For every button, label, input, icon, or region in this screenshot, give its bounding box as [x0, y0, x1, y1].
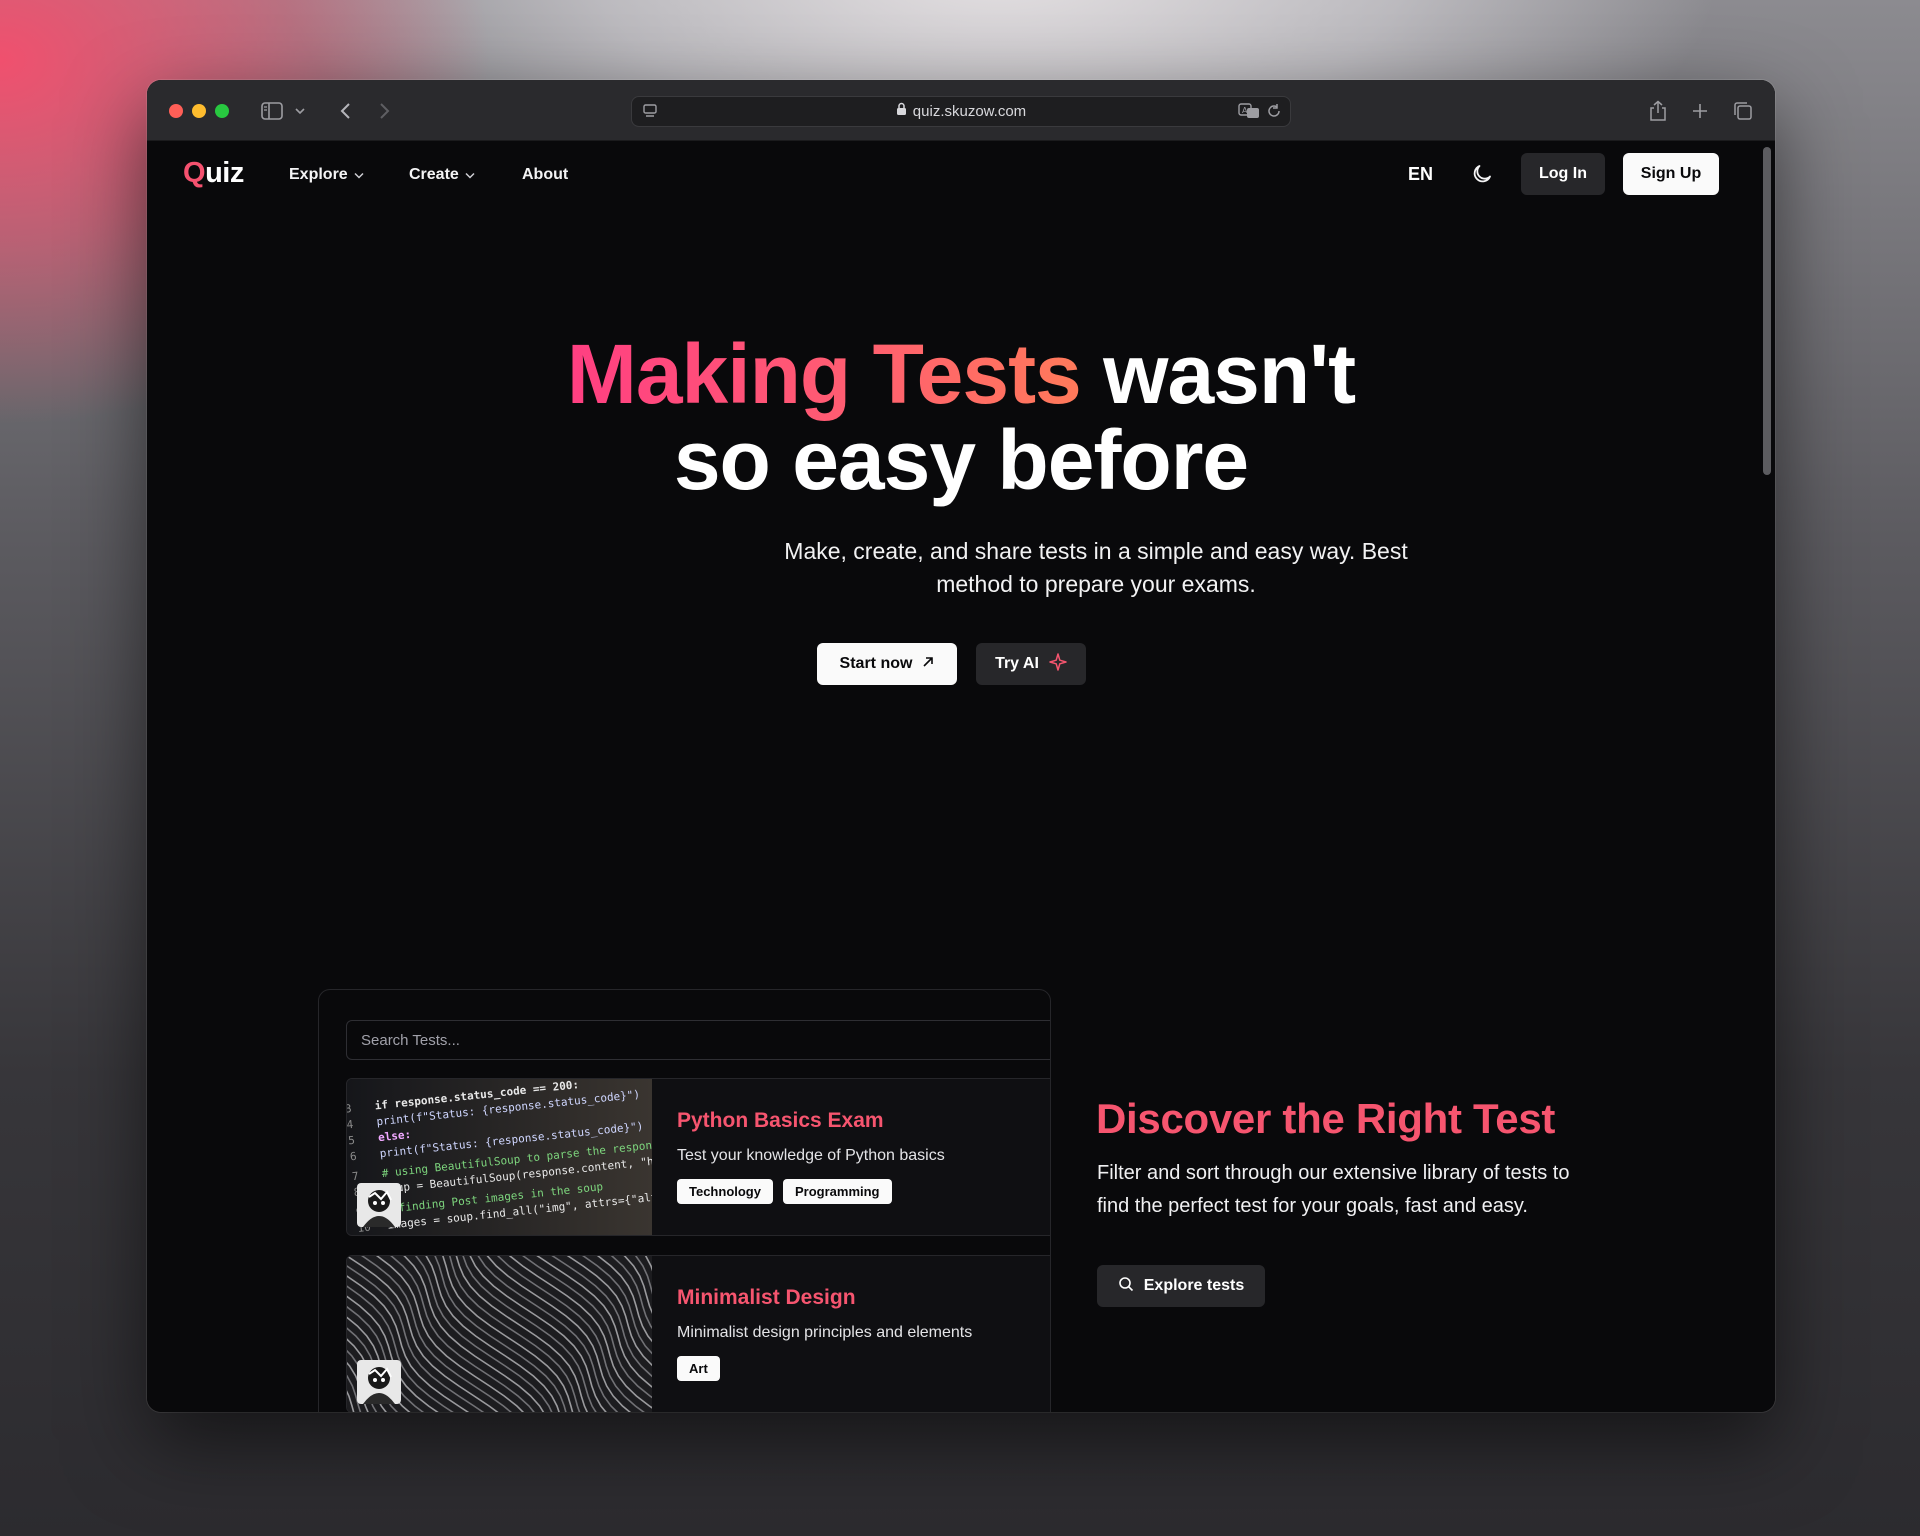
- test-card-tags: Art: [677, 1356, 720, 1381]
- sparkle-icon: [1049, 652, 1067, 676]
- new-tab-icon[interactable]: [1689, 98, 1711, 124]
- translate-icon[interactable]: A: [1238, 103, 1260, 124]
- maximize-window-button[interactable]: [215, 104, 229, 118]
- lock-icon: [896, 102, 907, 121]
- discover-description: Filter and sort through our extensive li…: [1097, 1162, 1570, 1217]
- hero-title-rest: wasn't: [1080, 327, 1356, 421]
- code-line-number: 6: [349, 1150, 357, 1164]
- search-tests-input[interactable]: Search Tests...: [346, 1020, 1050, 1060]
- python-code-thumbnail: 3 if response.status_code == 200: 4 prin…: [347, 1079, 652, 1235]
- language-selector[interactable]: EN: [1408, 164, 1433, 185]
- nav-explore-label: Explore: [289, 166, 348, 183]
- web-page: Quiz Explore Create About EN Log In Sign…: [147, 141, 1775, 1412]
- tag-badge[interactable]: Technology: [677, 1179, 773, 1204]
- hero-title-highlight: Making Tests: [566, 327, 1082, 421]
- explore-tests-label: Explore tests: [1143, 1277, 1245, 1294]
- nav-create[interactable]: Create: [409, 166, 475, 184]
- hero-title-line2: so easy before: [673, 413, 1249, 507]
- quiz-logo[interactable]: Quiz: [183, 157, 244, 190]
- chevron-down-icon[interactable]: [293, 98, 307, 124]
- browser-window: quiz.skuzow.com A Quiz Explore Create Ab…: [147, 80, 1775, 1412]
- share-icon[interactable]: [1647, 98, 1669, 124]
- forward-icon[interactable]: [375, 98, 395, 124]
- reload-icon[interactable]: [1266, 103, 1282, 124]
- explore-tests-button[interactable]: Explore tests: [1097, 1265, 1265, 1307]
- test-card[interactable]: 3 if response.status_code == 200: 4 prin…: [346, 1078, 1050, 1236]
- chevron-down-icon: [465, 171, 475, 182]
- tab-overview-icon[interactable]: [1731, 98, 1755, 124]
- start-now-button[interactable]: Start now: [817, 643, 957, 685]
- minimalist-waves-thumbnail: [347, 1256, 652, 1412]
- hero-title: Making Tests wasn't so easy before: [147, 331, 1775, 503]
- arrow-up-right-icon: [922, 655, 934, 673]
- nav-about-label: About: [522, 166, 569, 183]
- svg-text:A: A: [1242, 106, 1248, 115]
- moon-icon[interactable]: [1470, 162, 1494, 186]
- browser-toolbar: quiz.skuzow.com A: [147, 80, 1775, 141]
- tag-badge[interactable]: Art: [677, 1356, 720, 1381]
- site-navbar: Quiz Explore Create About EN Log In Sign…: [147, 141, 1775, 209]
- logo-q-letter: Q: [183, 157, 206, 189]
- close-window-button[interactable]: [169, 104, 183, 118]
- sidebar-toggle-icon[interactable]: [259, 98, 285, 124]
- try-ai-label: Try AI: [995, 655, 1039, 672]
- test-card-description: Test your knowledge of Python basics: [677, 1147, 945, 1164]
- logo-text: uiz: [205, 157, 244, 189]
- author-avatar[interactable]: [357, 1183, 401, 1227]
- signup-button[interactable]: Sign Up: [1623, 153, 1719, 195]
- test-card-tags: Technology Programming: [677, 1179, 892, 1204]
- test-card-description: Minimalist design principles and element…: [677, 1324, 973, 1341]
- test-card-title[interactable]: Python Basics Exam: [677, 1109, 884, 1133]
- chevron-down-icon: [354, 171, 364, 182]
- url-text: quiz.skuzow.com: [912, 103, 1027, 120]
- try-ai-button[interactable]: Try AI: [976, 643, 1086, 685]
- test-card[interactable]: Minimalist Design Minimalist design prin…: [346, 1255, 1050, 1412]
- start-now-label: Start now: [839, 655, 913, 672]
- code-line-number: 5: [348, 1134, 356, 1148]
- hero-subtitle: Make, create, and share tests in a simpl…: [784, 538, 1408, 597]
- page-settings-icon[interactable]: [642, 103, 658, 124]
- code-line-number: 7: [351, 1170, 359, 1184]
- nav-explore[interactable]: Explore: [289, 166, 364, 184]
- nav-about[interactable]: About: [522, 166, 568, 184]
- test-showcase-panel: Search Tests... 3 if response.status_cod…: [318, 989, 1051, 1412]
- test-card-title[interactable]: Minimalist Design: [677, 1286, 856, 1310]
- nav-create-label: Create: [409, 166, 459, 183]
- tag-badge[interactable]: Programming: [782, 1179, 892, 1204]
- author-avatar[interactable]: [357, 1360, 401, 1404]
- login-button[interactable]: Log In: [1521, 153, 1605, 195]
- discover-title: Discover the Right Test: [1096, 1095, 1556, 1142]
- search-icon: [1118, 1276, 1134, 1297]
- back-icon[interactable]: [335, 98, 355, 124]
- address-bar[interactable]: quiz.skuzow.com A: [631, 96, 1291, 127]
- minimize-window-button[interactable]: [192, 104, 206, 118]
